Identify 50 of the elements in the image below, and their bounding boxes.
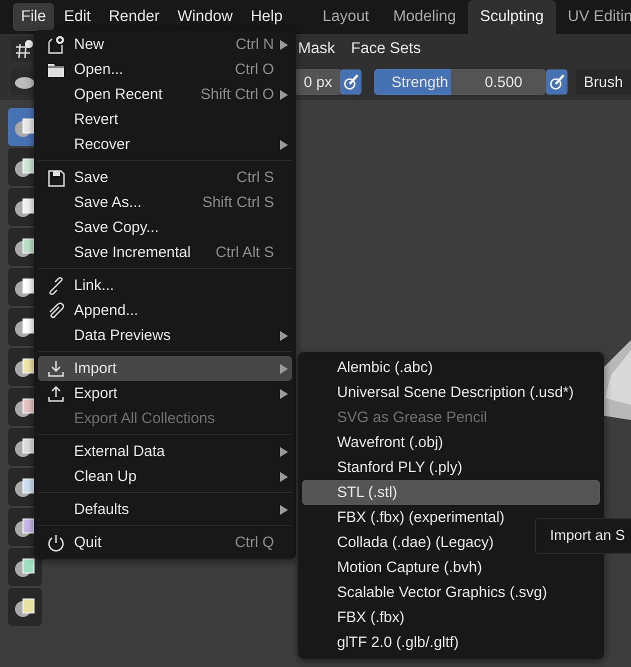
menu-item[interactable]: FBX (.fbx) [302, 605, 600, 630]
menu-item[interactable]: Link... [38, 273, 292, 298]
menu-button[interactable]: Edit [56, 3, 99, 31]
export-icon [46, 384, 66, 404]
menu-item[interactable]: Import [38, 356, 292, 381]
menu-item[interactable]: New Ctrl N [38, 32, 292, 57]
import-icon [46, 358, 66, 378]
pen-pressure-icon[interactable] [546, 69, 568, 95]
menu-item[interactable]: Scalable Vector Graphics (.svg) [302, 580, 600, 605]
menu-item[interactable]: Save Incremental Ctrl Alt S [38, 240, 292, 265]
workspace-tab[interactable]: UV Editin [556, 0, 631, 34]
workspace-tab[interactable]: Layout [310, 0, 382, 34]
menu-item[interactable]: glTF 2.0 (.glb/.gltf) [302, 630, 600, 655]
menu-item[interactable]: Save Ctrl S [38, 165, 292, 190]
tool-button[interactable] [8, 588, 42, 626]
slider-label: Strength [392, 74, 448, 90]
workspace-tab[interactable]: Modeling [381, 0, 468, 34]
menu-item[interactable]: Clean Up [38, 464, 292, 489]
strength-slider[interactable]: Strength 0.500 [374, 69, 546, 95]
workspace-tab[interactable]: Sculpting [468, 0, 556, 34]
menu-item[interactable]: Data Previews [38, 323, 292, 348]
new-file-icon [46, 34, 66, 54]
menu-item[interactable]: Quit Ctrl Q [38, 530, 292, 555]
menu-button[interactable]: Window [170, 3, 241, 31]
menu-item[interactable]: STL (.stl) [302, 480, 600, 505]
menu-item[interactable]: Save Copy... [38, 215, 292, 240]
slider-value: 0.500 [484, 74, 522, 90]
menu-item[interactable]: Append... [38, 298, 292, 323]
menu-button[interactable]: Help [242, 3, 291, 31]
pen-pressure-icon[interactable] [340, 69, 362, 95]
brush-selector[interactable]: Brush [576, 69, 631, 95]
menu-item[interactable]: Alembic (.abc) [302, 355, 600, 380]
menu-item[interactable]: Universal Scene Description (.usd*) [302, 380, 600, 405]
header-menu[interactable]: Face Sets [343, 36, 429, 62]
menu-item[interactable]: Motion Capture (.bvh) [302, 555, 600, 580]
power-icon [46, 532, 66, 552]
menu-item[interactable]: Wavefront (.obj) [302, 430, 600, 455]
menu-item[interactable]: Export [38, 381, 292, 406]
menu-item[interactable]: Stanford PLY (.ply) [302, 455, 600, 480]
menu-item[interactable]: Recover [38, 132, 292, 157]
menu-item[interactable]: Revert [38, 107, 292, 132]
menu-item[interactable]: External Data [38, 439, 292, 464]
tooltip: Import an S [535, 518, 631, 554]
menu-item[interactable]: Save As... Shift Ctrl S [38, 190, 292, 215]
menu-button[interactable]: File [13, 3, 54, 31]
menu-item[interactable]: Defaults [38, 497, 292, 522]
tool-button[interactable] [8, 548, 42, 586]
save-icon [46, 168, 66, 188]
header-menu[interactable]: Mask [290, 36, 344, 62]
menu-button[interactable]: Render [100, 3, 168, 31]
